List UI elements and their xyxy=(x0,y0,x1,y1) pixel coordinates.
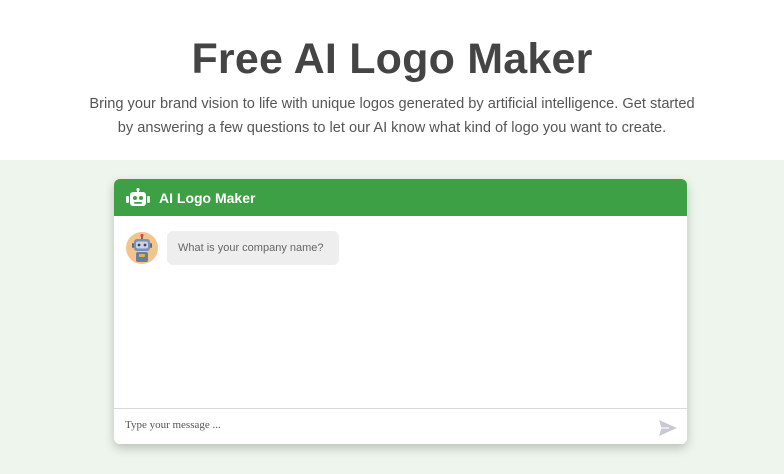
chat-widget: AI Logo Maker What is your company name? xyxy=(114,179,687,444)
robot-icon xyxy=(126,188,150,206)
hero-section: Free AI Logo Maker Bring your brand visi… xyxy=(0,0,784,160)
page-title: Free AI Logo Maker xyxy=(191,35,593,83)
chat-header: AI Logo Maker xyxy=(114,179,687,216)
bot-message-bubble: What is your company name? xyxy=(167,231,339,265)
chat-title: AI Logo Maker xyxy=(159,190,256,206)
message-input-bar xyxy=(114,408,687,444)
robot-avatar-icon xyxy=(132,233,152,262)
bot-avatar xyxy=(126,232,158,264)
page-subtitle: Bring your brand vision to life with uni… xyxy=(89,96,695,136)
message-input[interactable] xyxy=(125,415,645,435)
send-icon[interactable] xyxy=(658,419,678,437)
